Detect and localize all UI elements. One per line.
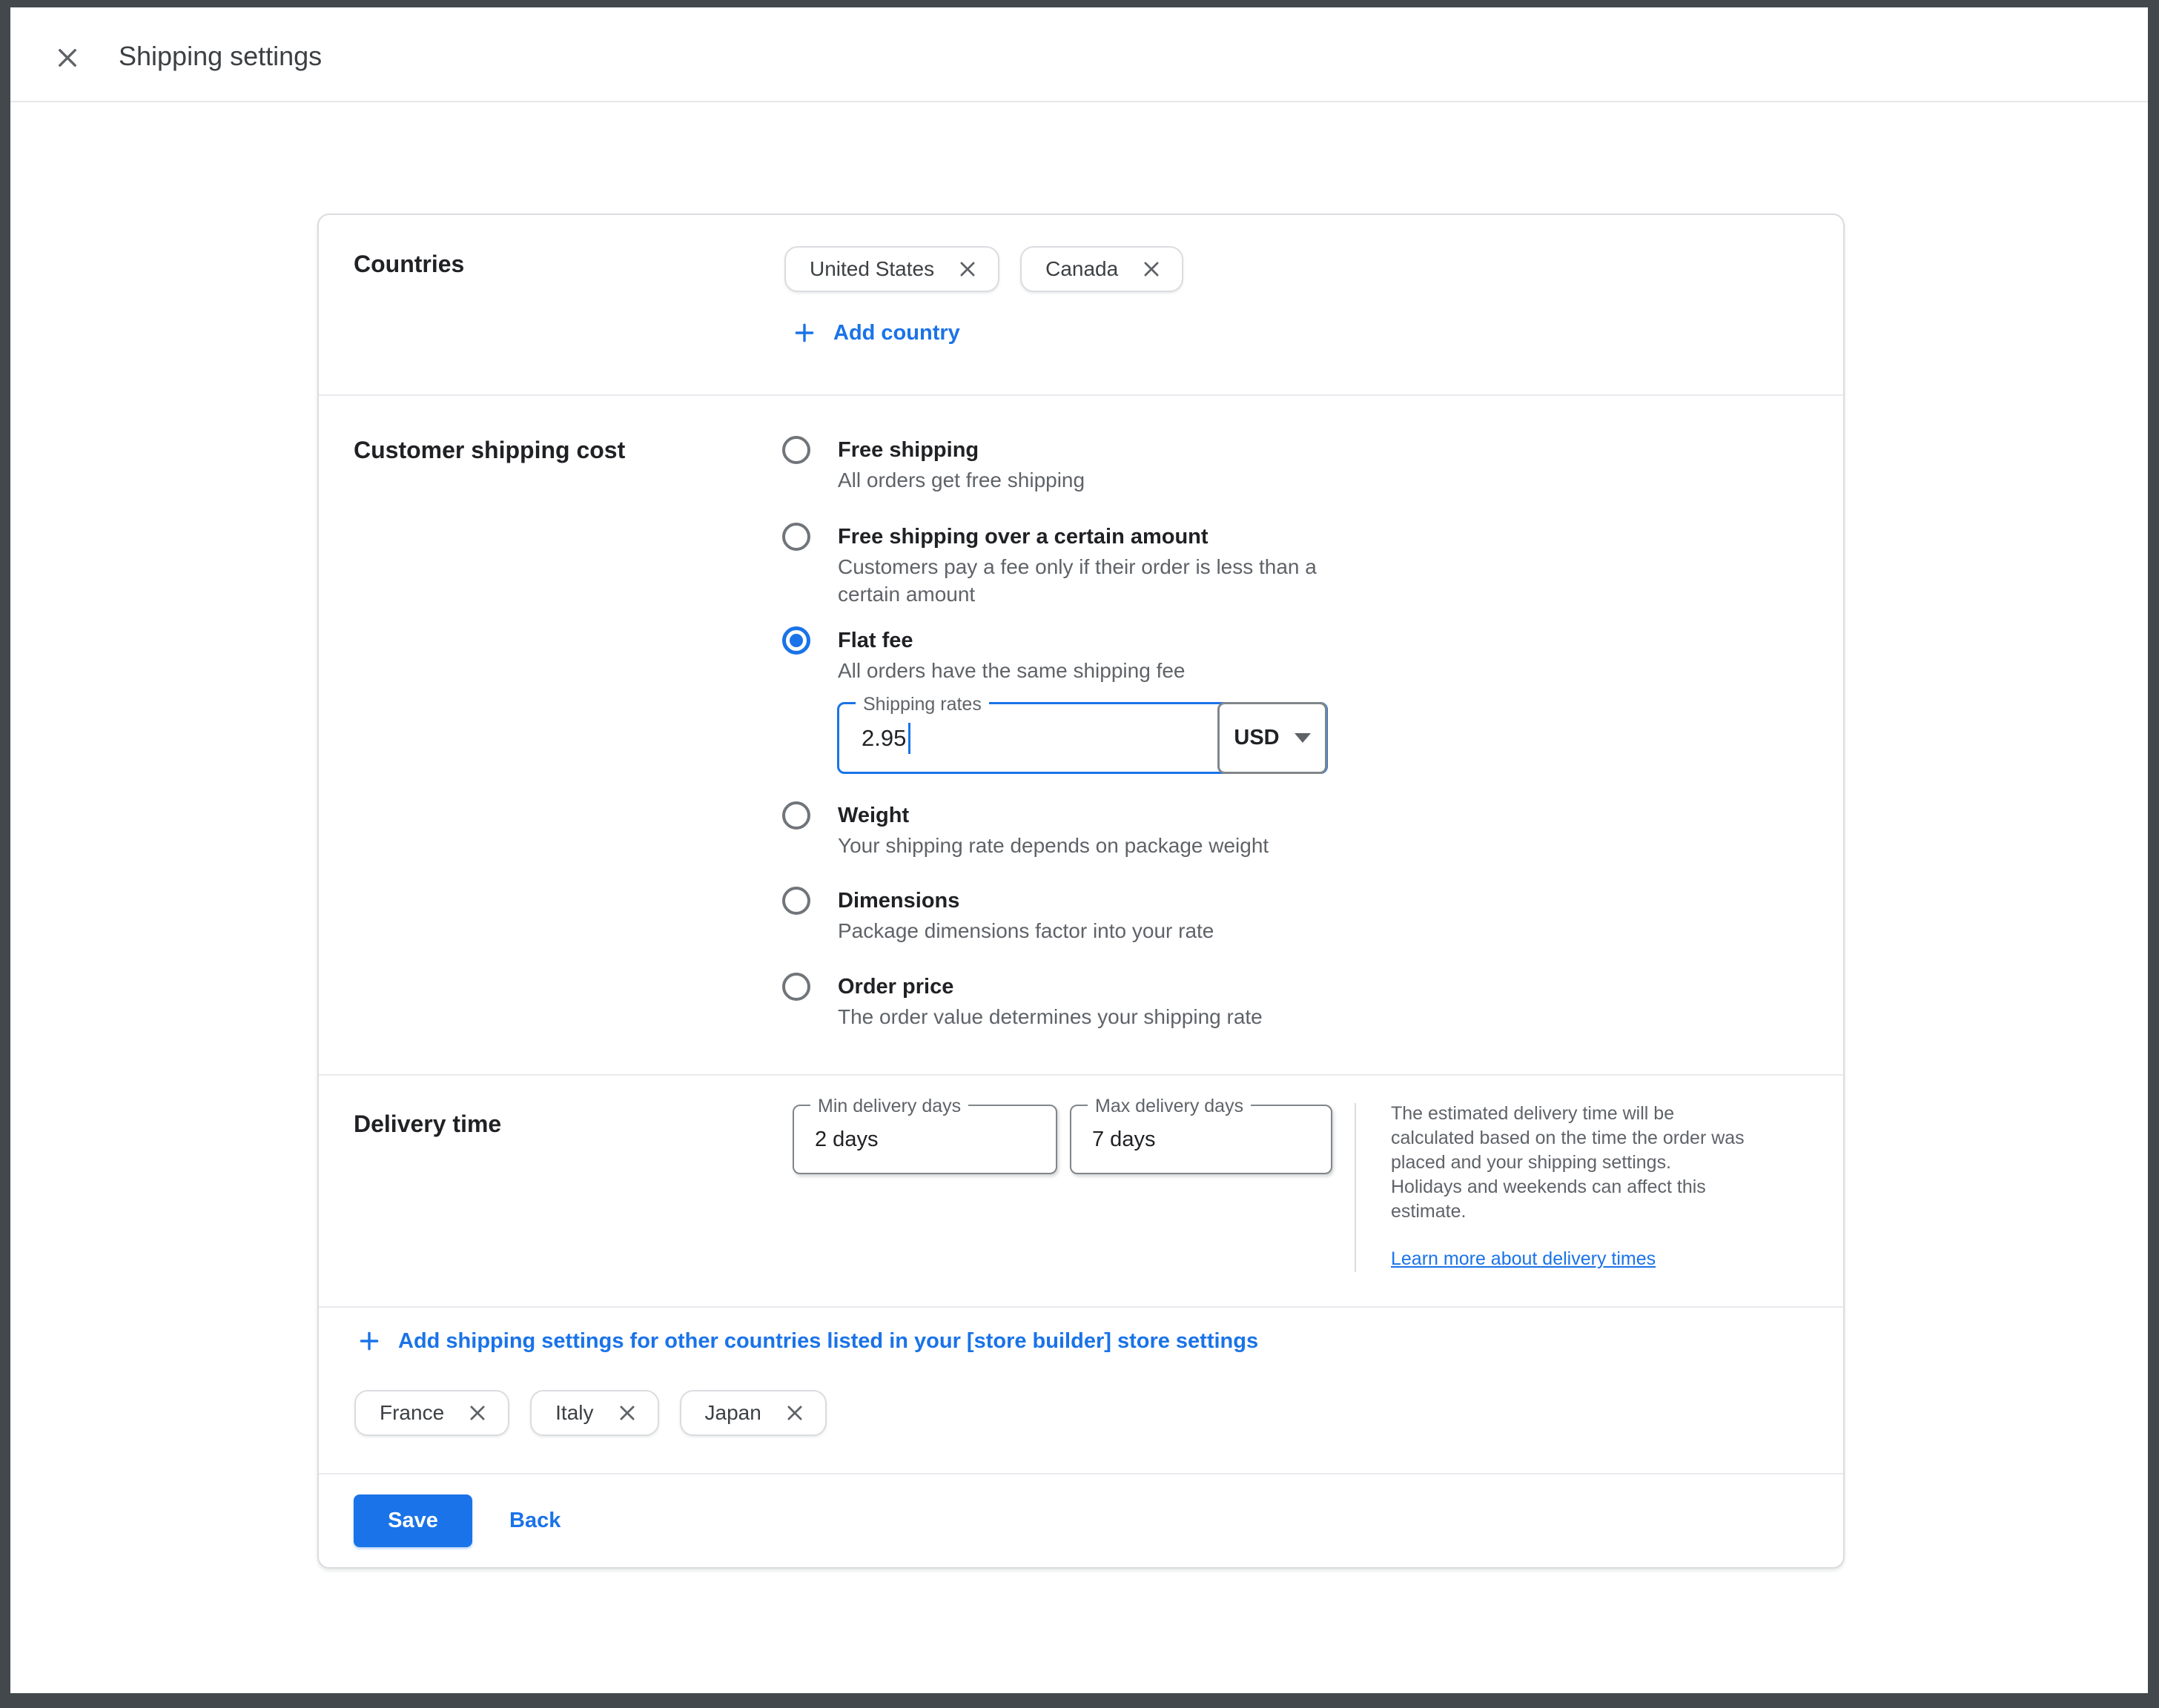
option-free-over-amount: Free shipping over a certain amount Cust…: [782, 523, 1317, 608]
option-title: Free shipping: [838, 436, 1085, 464]
chip-label: Italy: [555, 1401, 593, 1425]
option-title: Dimensions: [838, 887, 1214, 915]
close-icon: [54, 44, 81, 71]
settings-card: Countries United States Canada: [317, 214, 1845, 1569]
divider: [319, 394, 1843, 396]
option-title: Flat fee: [838, 626, 1186, 655]
save-button[interactable]: Save: [354, 1494, 472, 1547]
plus-icon: [792, 320, 817, 345]
radio-free-over-amount[interactable]: [782, 523, 810, 551]
option-description: Package dimensions factor into your rate: [838, 917, 1214, 944]
close-icon: [784, 1402, 806, 1424]
option-description: All orders get free shipping: [838, 466, 1085, 494]
remove-country-button[interactable]: [466, 1402, 489, 1424]
currency-select[interactable]: USD: [1217, 702, 1327, 774]
option-title: Order price: [838, 973, 1263, 1001]
divider: [319, 1306, 1843, 1308]
remove-country-button[interactable]: [956, 258, 979, 280]
option-description: Your shipping rate depends on package we…: [838, 832, 1269, 859]
radio-order-price[interactable]: [782, 973, 810, 1001]
close-icon: [616, 1402, 638, 1424]
close-button[interactable]: [53, 43, 82, 73]
radio-weight[interactable]: [782, 801, 810, 830]
option-weight: Weight Your shipping rate depends on pac…: [782, 801, 1269, 859]
country-chip-italy: Italy: [530, 1390, 658, 1436]
save-button-label: Save: [388, 1509, 438, 1533]
divider: [319, 1074, 1843, 1076]
add-country-label: Add country: [833, 319, 960, 347]
add-other-countries-label: Add shipping settings for other countrie…: [398, 1327, 1258, 1355]
country-chip-france: France: [354, 1390, 509, 1436]
option-text: Flat fee All orders have the same shippi…: [838, 626, 1186, 684]
page-title: Shipping settings: [119, 42, 322, 71]
countries-label: Countries: [354, 251, 464, 277]
shipping-rate-value-wrap: 2.95: [862, 704, 910, 772]
country-chip-row: United States Canada: [784, 246, 1183, 292]
option-description: The order value determines your shipping…: [838, 1003, 1263, 1030]
min-delivery-days-field[interactable]: Min delivery days 2 days: [793, 1105, 1057, 1174]
min-delivery-days-value: 2 days: [815, 1106, 878, 1173]
footer-actions: Save Back: [354, 1494, 561, 1547]
radio-free-shipping[interactable]: [782, 436, 810, 464]
back-button[interactable]: Back: [509, 1509, 561, 1533]
chip-label: United States: [810, 257, 934, 281]
divider: [319, 1473, 1843, 1474]
chip-label: Japan: [705, 1401, 761, 1425]
option-flat-fee: Flat fee All orders have the same shippi…: [782, 626, 1186, 684]
learn-more-link[interactable]: Learn more about delivery times: [1391, 1247, 1656, 1271]
country-chip-japan: Japan: [680, 1390, 827, 1436]
dialog: Shipping settings Countries United State…: [10, 7, 2148, 1693]
option-text: Order price The order value determines y…: [838, 973, 1263, 1030]
radio-flat-fee[interactable]: [782, 626, 810, 655]
add-other-countries-button[interactable]: Add shipping settings for other countrie…: [357, 1327, 1258, 1355]
max-delivery-days-value: 7 days: [1092, 1106, 1155, 1173]
option-title: Weight: [838, 801, 1269, 830]
remove-country-button[interactable]: [784, 1402, 806, 1424]
remove-country-button[interactable]: [1140, 258, 1163, 280]
vertical-divider: [1355, 1103, 1356, 1272]
option-dimensions: Dimensions Package dimensions factor int…: [782, 887, 1214, 944]
shipping-cost-label: Customer shipping cost: [354, 437, 625, 463]
back-button-label: Back: [509, 1509, 561, 1532]
radio-dimensions[interactable]: [782, 887, 810, 915]
country-chip-united-states: United States: [784, 246, 999, 292]
option-text: Weight Your shipping rate depends on pac…: [838, 801, 1269, 859]
plus-icon: [357, 1328, 382, 1354]
option-description: All orders have the same shipping fee: [838, 657, 1186, 684]
option-text: Free shipping over a certain amount Cust…: [838, 523, 1317, 608]
option-text: Dimensions Package dimensions factor int…: [838, 887, 1214, 944]
country-chip-canada: Canada: [1020, 246, 1183, 292]
option-description: Customers pay a fee only if their order …: [838, 553, 1317, 608]
chip-label: Canada: [1045, 257, 1118, 281]
remove-country-button[interactable]: [616, 1402, 638, 1424]
max-delivery-days-field[interactable]: Max delivery days 7 days: [1070, 1105, 1332, 1174]
dialog-header: Shipping settings: [10, 7, 2148, 102]
currency-value: USD: [1234, 726, 1279, 750]
close-icon: [466, 1402, 489, 1424]
shipping-rate-field[interactable]: Shipping rates 2.95 USD: [837, 702, 1328, 774]
chip-label: France: [380, 1401, 444, 1425]
text-cursor: [908, 723, 910, 754]
add-country-button[interactable]: Add country: [792, 319, 960, 347]
close-icon: [1140, 258, 1163, 280]
option-text: Free shipping All orders get free shippi…: [838, 436, 1085, 494]
other-country-chip-row: France Italy Japan: [354, 1390, 827, 1436]
option-free-shipping: Free shipping All orders get free shippi…: [782, 436, 1085, 494]
option-title: Free shipping over a certain amount: [838, 523, 1317, 551]
close-icon: [956, 258, 979, 280]
delivery-time-label: Delivery time: [354, 1110, 501, 1137]
option-order-price: Order price The order value determines y…: [782, 973, 1263, 1030]
delivery-time-note: The estimated delivery time will be calc…: [1391, 1102, 1821, 1224]
chevron-down-icon: [1295, 733, 1311, 743]
shipping-rate-value: 2.95: [862, 725, 906, 752]
